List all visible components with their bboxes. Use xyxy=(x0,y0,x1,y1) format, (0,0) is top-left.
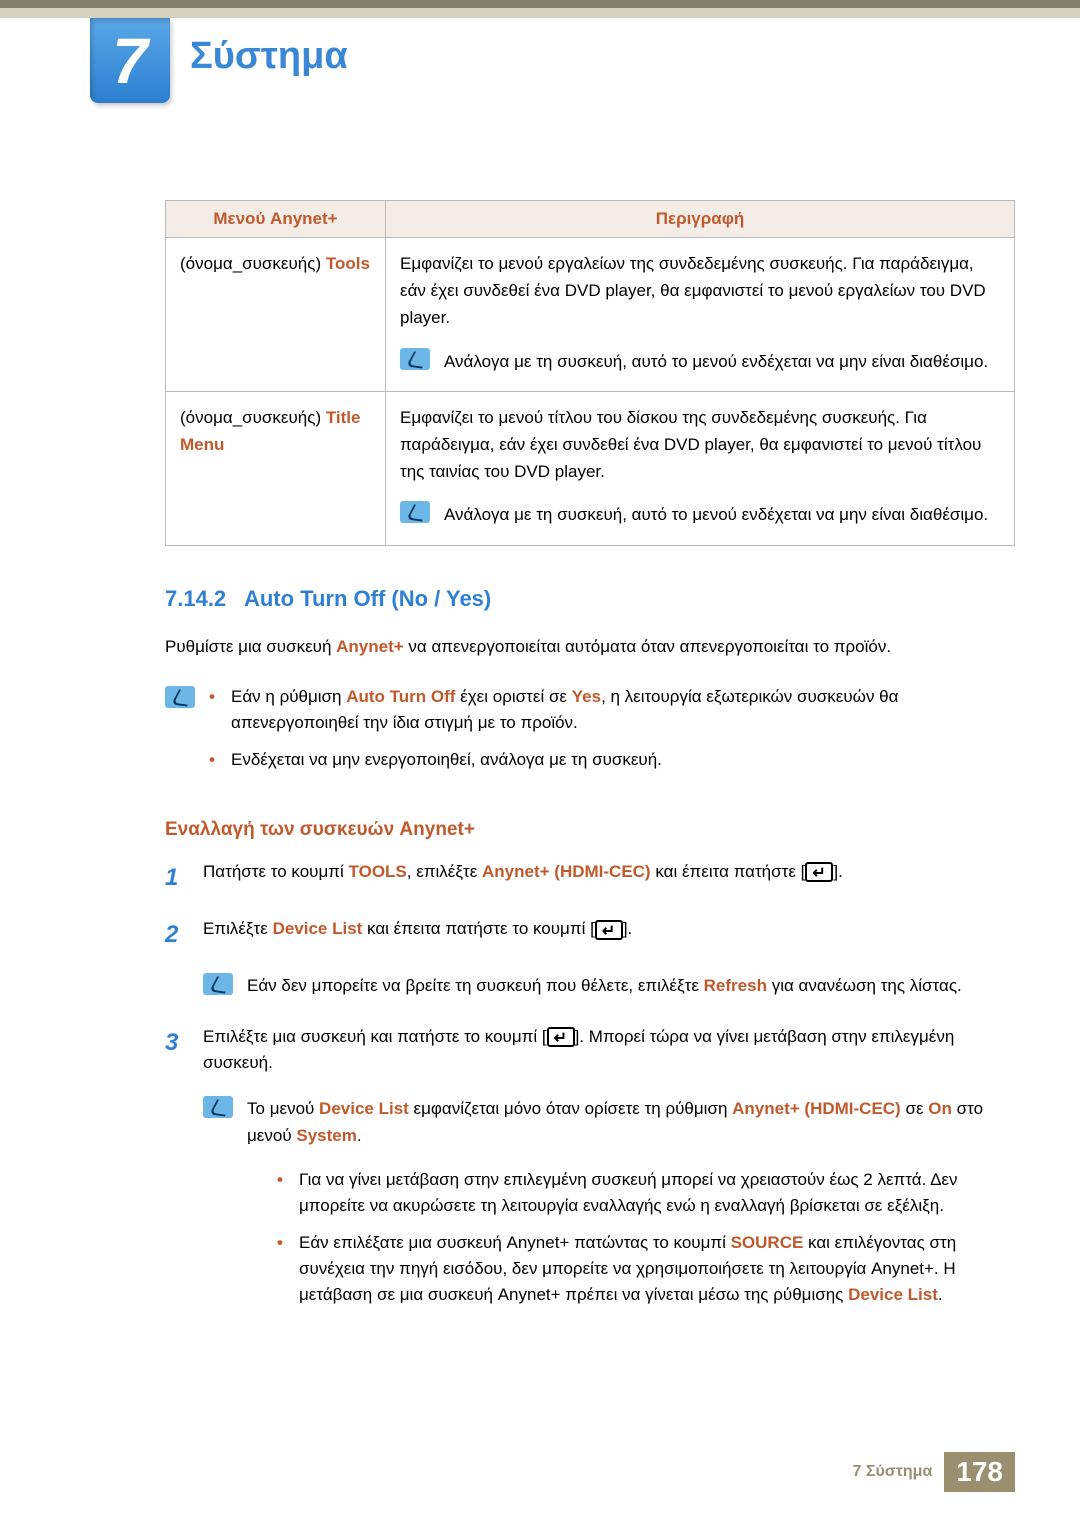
t: και έπειτα πατήστε [ xyxy=(651,862,806,881)
row2-desc: Εμφανίζει το μενού τίτλου του δίσκου της… xyxy=(400,404,1000,486)
step-number: 1 xyxy=(165,859,203,896)
page-number: 178 xyxy=(944,1452,1015,1492)
row2-note: Ανάλογα με τη συσκευή, αυτό το μενού ενδ… xyxy=(400,501,1000,528)
enter-icon xyxy=(805,862,833,882)
big-note-bullets: Για να γίνει μετάβαση στην επιλεγμένη συ… xyxy=(277,1167,1015,1309)
t: Yes xyxy=(572,687,601,706)
row2-note-text: Ανάλογα με τη συσκευή, αυτό το μενού ενδ… xyxy=(444,501,988,528)
enter-icon xyxy=(547,1027,575,1047)
step-1: 1 Πατήστε το κουμπί TOOLS, επιλέξτε Anyn… xyxy=(165,859,1015,896)
footer-text: 7 Σύστημα xyxy=(853,1463,933,1481)
page-content: Μενού Anynet+ Περιγραφή (όνομα_συσκευής)… xyxy=(165,200,1015,1319)
big-note-bullet-1: Για να γίνει μετάβαση στην επιλεγμένη συ… xyxy=(277,1167,1015,1220)
t: Επιλέξτε μια συσκευή και πατήστε το κουμ… xyxy=(203,1027,547,1046)
intro-after: να απενεργοποιείται αυτόματα όταν απενερ… xyxy=(404,637,891,656)
page-footer: 7 Σύστημα 178 xyxy=(853,1452,1015,1492)
t: Auto Turn Off xyxy=(346,687,455,706)
t: ]. xyxy=(833,862,842,881)
section-7-14-2: 7.14.2 Auto Turn Off (No / Yes) Ρυθμίστε… xyxy=(165,586,1015,1319)
step-number: 2 xyxy=(165,916,203,953)
note-icon xyxy=(400,501,430,523)
note-icon xyxy=(203,973,233,995)
note-icon xyxy=(400,348,430,370)
subhead-switch-devices: Εναλλαγή των συσκευών Anynet+ xyxy=(165,819,1015,841)
note-bullet-2: Ενδέχεται να μην ενεργοποιηθεί, ανάλογα … xyxy=(209,747,1015,773)
section-note: Εάν η ρύθμιση Auto Turn Off έχει οριστεί… xyxy=(165,684,1015,783)
t: για ανανέωση της λίστας. xyxy=(767,976,962,995)
t: . xyxy=(938,1285,943,1304)
step-number: 3 xyxy=(165,1024,203,1077)
step2-note: Εάν δεν μπορείτε να βρείτε τη συσκευή πο… xyxy=(203,973,1015,999)
row1-note-text: Ανάλογα με τη συσκευή, αυτό το μενού ενδ… xyxy=(444,348,988,375)
table-row: (όνομα_συσκευής) Title Menu Εμφανίζει το… xyxy=(166,391,1015,545)
table-header-desc: Περιγραφή xyxy=(386,201,1015,238)
t: Εάν η ρύθμιση xyxy=(231,687,346,706)
t: έχει οριστεί σε xyxy=(455,687,571,706)
note-icon xyxy=(203,1096,233,1118)
row1-note: Ανάλογα με τη συσκευή, αυτό το μενού ενδ… xyxy=(400,348,1000,375)
header-bar-light xyxy=(0,8,1080,18)
t: Anynet+ (HDMI-CEC) xyxy=(482,862,651,881)
t: Device List xyxy=(848,1285,938,1304)
chapter-title: Σύστημα xyxy=(190,35,348,78)
note-icon xyxy=(165,686,195,708)
section-intro: Ρυθμίστε μια συσκευή Anynet+ να απενεργο… xyxy=(165,634,1015,660)
t: Πατήστε το κουμπί xyxy=(203,862,349,881)
note-bullet-1: Εάν η ρύθμιση Auto Turn Off έχει οριστεί… xyxy=(209,684,1015,737)
t: SOURCE xyxy=(731,1233,804,1252)
chapter-badge: 7 xyxy=(90,18,170,103)
t: On xyxy=(928,1099,952,1118)
anynet-table: Μενού Anynet+ Περιγραφή (όνομα_συσκευής)… xyxy=(165,200,1015,546)
t: Το μενού xyxy=(247,1099,319,1118)
big-note-line: Το μενού Device List εμφανίζεται μόνο ότ… xyxy=(247,1096,1015,1149)
t: TOOLS xyxy=(349,862,407,881)
big-note: Το μενού Device List εμφανίζεται μόνο ότ… xyxy=(203,1096,1015,1318)
t: , επιλέξτε xyxy=(407,862,482,881)
row1-desc: Εμφανίζει το μενού εργαλείων της συνδεδε… xyxy=(400,250,1000,332)
row1-prefix: (όνομα_συσκευής) xyxy=(180,254,326,273)
section-title: Auto Turn Off (No / Yes) xyxy=(244,586,491,611)
t: System xyxy=(296,1126,356,1145)
t: . xyxy=(357,1126,362,1145)
t: Anynet+ (HDMI-CEC) xyxy=(732,1099,901,1118)
t: Device List xyxy=(319,1099,409,1118)
row2-prefix: (όνομα_συσκευής) xyxy=(180,408,326,427)
t: ]. xyxy=(623,919,632,938)
t: και έπειτα πατήστε το κουμπί [ xyxy=(362,919,594,938)
row1-label: Tools xyxy=(326,254,370,273)
enter-icon xyxy=(595,920,623,940)
t: σε xyxy=(901,1099,929,1118)
t: Refresh xyxy=(704,976,767,995)
section-number: 7.14.2 xyxy=(165,586,226,611)
step-2: 2 Επιλέξτε Device List και έπειτα πατήστ… xyxy=(165,916,1015,953)
t: Επιλέξτε xyxy=(203,919,273,938)
t: εμφανίζεται μόνο όταν ορίσετε τη ρύθμιση xyxy=(409,1099,732,1118)
big-note-bullet-2: Εάν επιλέξατε μια συσκευή Anynet+ πατώντ… xyxy=(277,1230,1015,1309)
note-bullets: Εάν η ρύθμιση Auto Turn Off έχει οριστεί… xyxy=(209,684,1015,783)
intro-before: Ρυθμίστε μια συσκευή xyxy=(165,637,336,656)
step-3: 3 Επιλέξτε μια συσκευή και πατήστε το κο… xyxy=(165,1024,1015,1077)
header-bar-dark xyxy=(0,0,1080,8)
t: Device List xyxy=(273,919,363,938)
table-header-menu: Μενού Anynet+ xyxy=(166,201,386,238)
t: Εάν δεν μπορείτε να βρείτε τη συσκευή πο… xyxy=(247,976,704,995)
intro-hl: Anynet+ xyxy=(336,637,404,656)
table-row: (όνομα_συσκευής) Tools Εμφανίζει το μενο… xyxy=(166,238,1015,392)
steps: 1 Πατήστε το κουμπί TOOLS, επιλέξτε Anyn… xyxy=(165,859,1015,1319)
t: Εάν επιλέξατε μια συσκευή Anynet+ πατώντ… xyxy=(299,1233,731,1252)
